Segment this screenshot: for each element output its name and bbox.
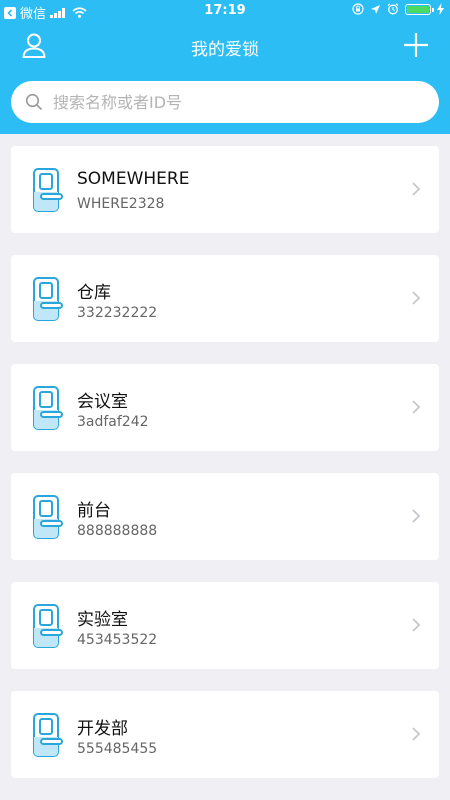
lock-name: 仓库 bbox=[77, 283, 111, 303]
chevron-right-icon bbox=[412, 182, 421, 196]
door-lock-icon bbox=[33, 604, 63, 648]
lock-name: 前台 bbox=[77, 501, 111, 521]
lock-id: 332232222 bbox=[77, 305, 158, 321]
lock-list: SOMEWHERE WHERE2328 仓库 332232222 会议室 3ad… bbox=[11, 146, 439, 800]
status-right bbox=[352, 3, 444, 15]
charging-icon bbox=[437, 3, 444, 15]
door-lock-icon bbox=[33, 277, 63, 321]
door-lock-icon bbox=[33, 713, 63, 757]
search-input[interactable] bbox=[53, 92, 393, 112]
lock-id: 453453522 bbox=[77, 632, 158, 648]
lock-id: 888888888 bbox=[77, 523, 158, 539]
location-icon bbox=[371, 4, 380, 14]
lock-name: SOMEWHERE bbox=[77, 169, 190, 189]
lock-item[interactable]: 前台 888888888 bbox=[11, 473, 439, 560]
lock-id: WHERE2328 bbox=[77, 196, 165, 212]
lock-item[interactable]: 实验室 453453522 bbox=[11, 582, 439, 669]
lock-item[interactable]: SOMEWHERE WHERE2328 bbox=[11, 146, 439, 233]
lock-name: 会议室 bbox=[77, 392, 128, 412]
door-lock-icon bbox=[33, 495, 63, 539]
search-icon bbox=[25, 93, 43, 111]
page-title: 我的爱锁 bbox=[191, 40, 259, 60]
lock-item[interactable]: 开发部 555485455 bbox=[11, 691, 439, 778]
app-header: 微信 17:19 我的爱锁 搜索名称或者ID号 bbox=[0, 0, 450, 134]
alarm-icon bbox=[387, 3, 399, 15]
rotation-lock-icon bbox=[352, 3, 364, 15]
chevron-right-icon bbox=[412, 509, 421, 523]
chevron-right-icon bbox=[412, 618, 421, 632]
search-bar[interactable] bbox=[11, 81, 439, 123]
lock-item[interactable]: 会议室 3adfaf242 bbox=[11, 364, 439, 451]
door-lock-icon bbox=[33, 386, 63, 430]
chevron-right-icon bbox=[412, 727, 421, 741]
lock-name: 开发部 bbox=[77, 719, 128, 739]
lock-item[interactable]: 仓库 332232222 bbox=[11, 255, 439, 342]
lock-id: 3adfaf242 bbox=[77, 414, 149, 430]
add-lock-icon[interactable] bbox=[402, 31, 430, 59]
lock-name: 实验室 bbox=[77, 610, 128, 630]
lock-id: 555485455 bbox=[77, 741, 158, 757]
status-bar: 微信 17:19 bbox=[0, 0, 450, 22]
nav-bar: 我的爱锁 bbox=[0, 22, 450, 70]
battery-icon bbox=[405, 3, 434, 15]
chevron-right-icon bbox=[412, 400, 421, 414]
chevron-right-icon bbox=[412, 291, 421, 305]
door-lock-icon bbox=[33, 168, 63, 212]
